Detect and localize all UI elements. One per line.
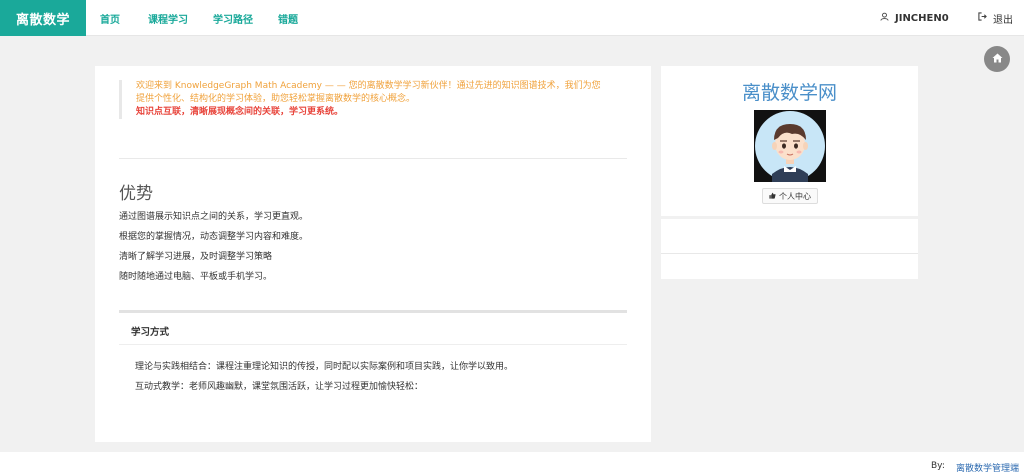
profile-card: 离散数学网 个人中心: [661, 66, 918, 216]
nav-wrong-questions[interactable]: 错题: [278, 0, 298, 36]
advantages-heading: 优势: [119, 184, 153, 204]
logout-button[interactable]: 退出: [978, 0, 1013, 36]
nav-home[interactable]: 首页: [100, 0, 120, 36]
profile-center-label: 个人中心: [779, 191, 811, 201]
divider: [119, 344, 627, 345]
home-float-button[interactable]: [984, 46, 1010, 72]
admin-link[interactable]: 离散数学管理端: [956, 461, 1019, 474]
advantage-item: 随时随地通过电脑、平板或手机学习。: [119, 272, 273, 282]
welcome-highlight: 知识点互联，清晰展现概念间的关联，学习更系统。: [136, 107, 344, 117]
sidebar-list-panel: [661, 219, 918, 279]
avatar: [754, 110, 826, 182]
logout-label: 退出: [993, 14, 1013, 26]
footer-by-label: By:: [931, 461, 945, 471]
user-icon: [880, 12, 889, 24]
study-method-heading: 学习方式: [131, 327, 170, 338]
top-navbar: 离散数学 首页 课程学习 学习路径 错题 JINCHEN0 退出: [0, 0, 1024, 36]
divider: [119, 158, 627, 159]
advantage-item: 根据您的掌握情况，动态调整学习内容和难度。: [119, 232, 309, 242]
welcome-text: 欢迎来到 KnowledgeGraph Math Academy — — 您的离…: [136, 81, 601, 104]
study-method-item: 理论与实践相结合：课程注重理论知识的传授，同时配以实际案例和项目实践，让你学以致…: [135, 362, 514, 372]
profile-center-button[interactable]: 个人中心: [762, 188, 818, 204]
welcome-blockquote: 欢迎来到 KnowledgeGraph Math Academy — — 您的离…: [119, 80, 605, 119]
username-label: JINCHEN0: [895, 12, 949, 24]
main-content-panel: 欢迎来到 KnowledgeGraph Math Academy — — 您的离…: [95, 66, 651, 442]
advantage-item: 通过图谱展示知识点之间的关系，学习更直观。: [119, 212, 309, 222]
thumbs-up-icon: [769, 192, 776, 201]
footer: By: 离散数学管理端: [0, 452, 1024, 476]
nav-course-learning[interactable]: 课程学习: [148, 0, 188, 36]
study-method-panel: 学习方式 理论与实践相结合：课程注重理论知识的传授，同时配以实际案例和项目实践，…: [119, 310, 627, 406]
study-method-item: 互动式教学：老师风趣幽默，课堂氛围活跃，让学习过程更加愉快轻松：: [135, 382, 424, 392]
sign-out-icon: [978, 12, 987, 24]
divider: [661, 253, 918, 254]
site-title: 离散数学网: [741, 82, 837, 104]
home-icon: [992, 53, 1003, 66]
nav-learning-path[interactable]: 学习路径: [213, 0, 253, 36]
brand-logo[interactable]: 离散数学: [0, 0, 86, 36]
advantage-item: 清晰了解学习进展，及时调整学习策略: [119, 252, 273, 262]
user-menu[interactable]: JINCHEN0: [880, 0, 949, 36]
